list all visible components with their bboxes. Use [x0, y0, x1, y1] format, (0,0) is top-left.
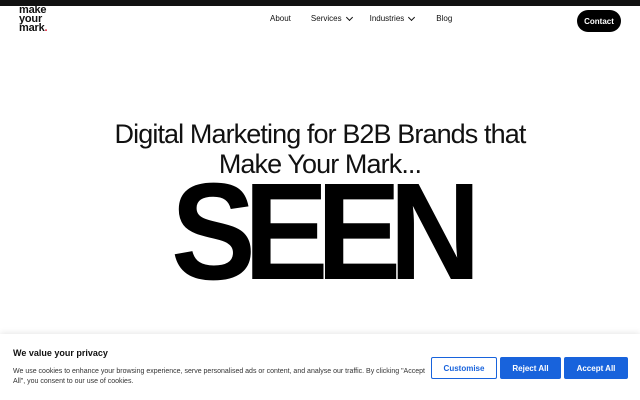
nav-item-industries[interactable]: Industries — [369, 13, 416, 23]
main-nav: About Services Industries Blog — [270, 13, 452, 23]
chevron-down-icon — [345, 13, 353, 21]
nav-item-blog[interactable]: Blog — [436, 14, 452, 23]
site-header: make your mark. About Services Industrie… — [0, 5, 640, 42]
nav-label-blog: Blog — [436, 14, 453, 23]
nav-label-services: Services — [310, 14, 342, 23]
brand-logo[interactable]: make your mark. — [19, 5, 79, 34]
nav-item-services[interactable]: Services — [310, 13, 353, 23]
logo-dot: . — [44, 22, 48, 34]
chevron-down-icon — [408, 13, 416, 21]
hero-title-line-1: Digital Marketing for B2B Brands that — [114, 119, 527, 149]
accept-all-button[interactable]: Accept All — [564, 357, 628, 379]
reject-all-button[interactable]: Reject All — [500, 357, 561, 379]
nav-item-about[interactable]: About — [270, 14, 291, 23]
contact-button[interactable]: Contact — [577, 10, 621, 32]
nav-label-about: About — [270, 14, 291, 23]
logo-line-mark: mark. — [19, 22, 48, 34]
cookie-title: We value your privacy — [13, 348, 108, 358]
hero-rotating-word: SEEN — [171, 155, 481, 309]
customise-button[interactable]: Customise — [431, 357, 497, 379]
cookie-consent-banner: We value your privacy We use cookies to … — [0, 334, 640, 400]
cookie-description: We use cookies to enhance your browsing … — [13, 368, 425, 385]
nav-label-industries: Industries — [369, 14, 405, 23]
